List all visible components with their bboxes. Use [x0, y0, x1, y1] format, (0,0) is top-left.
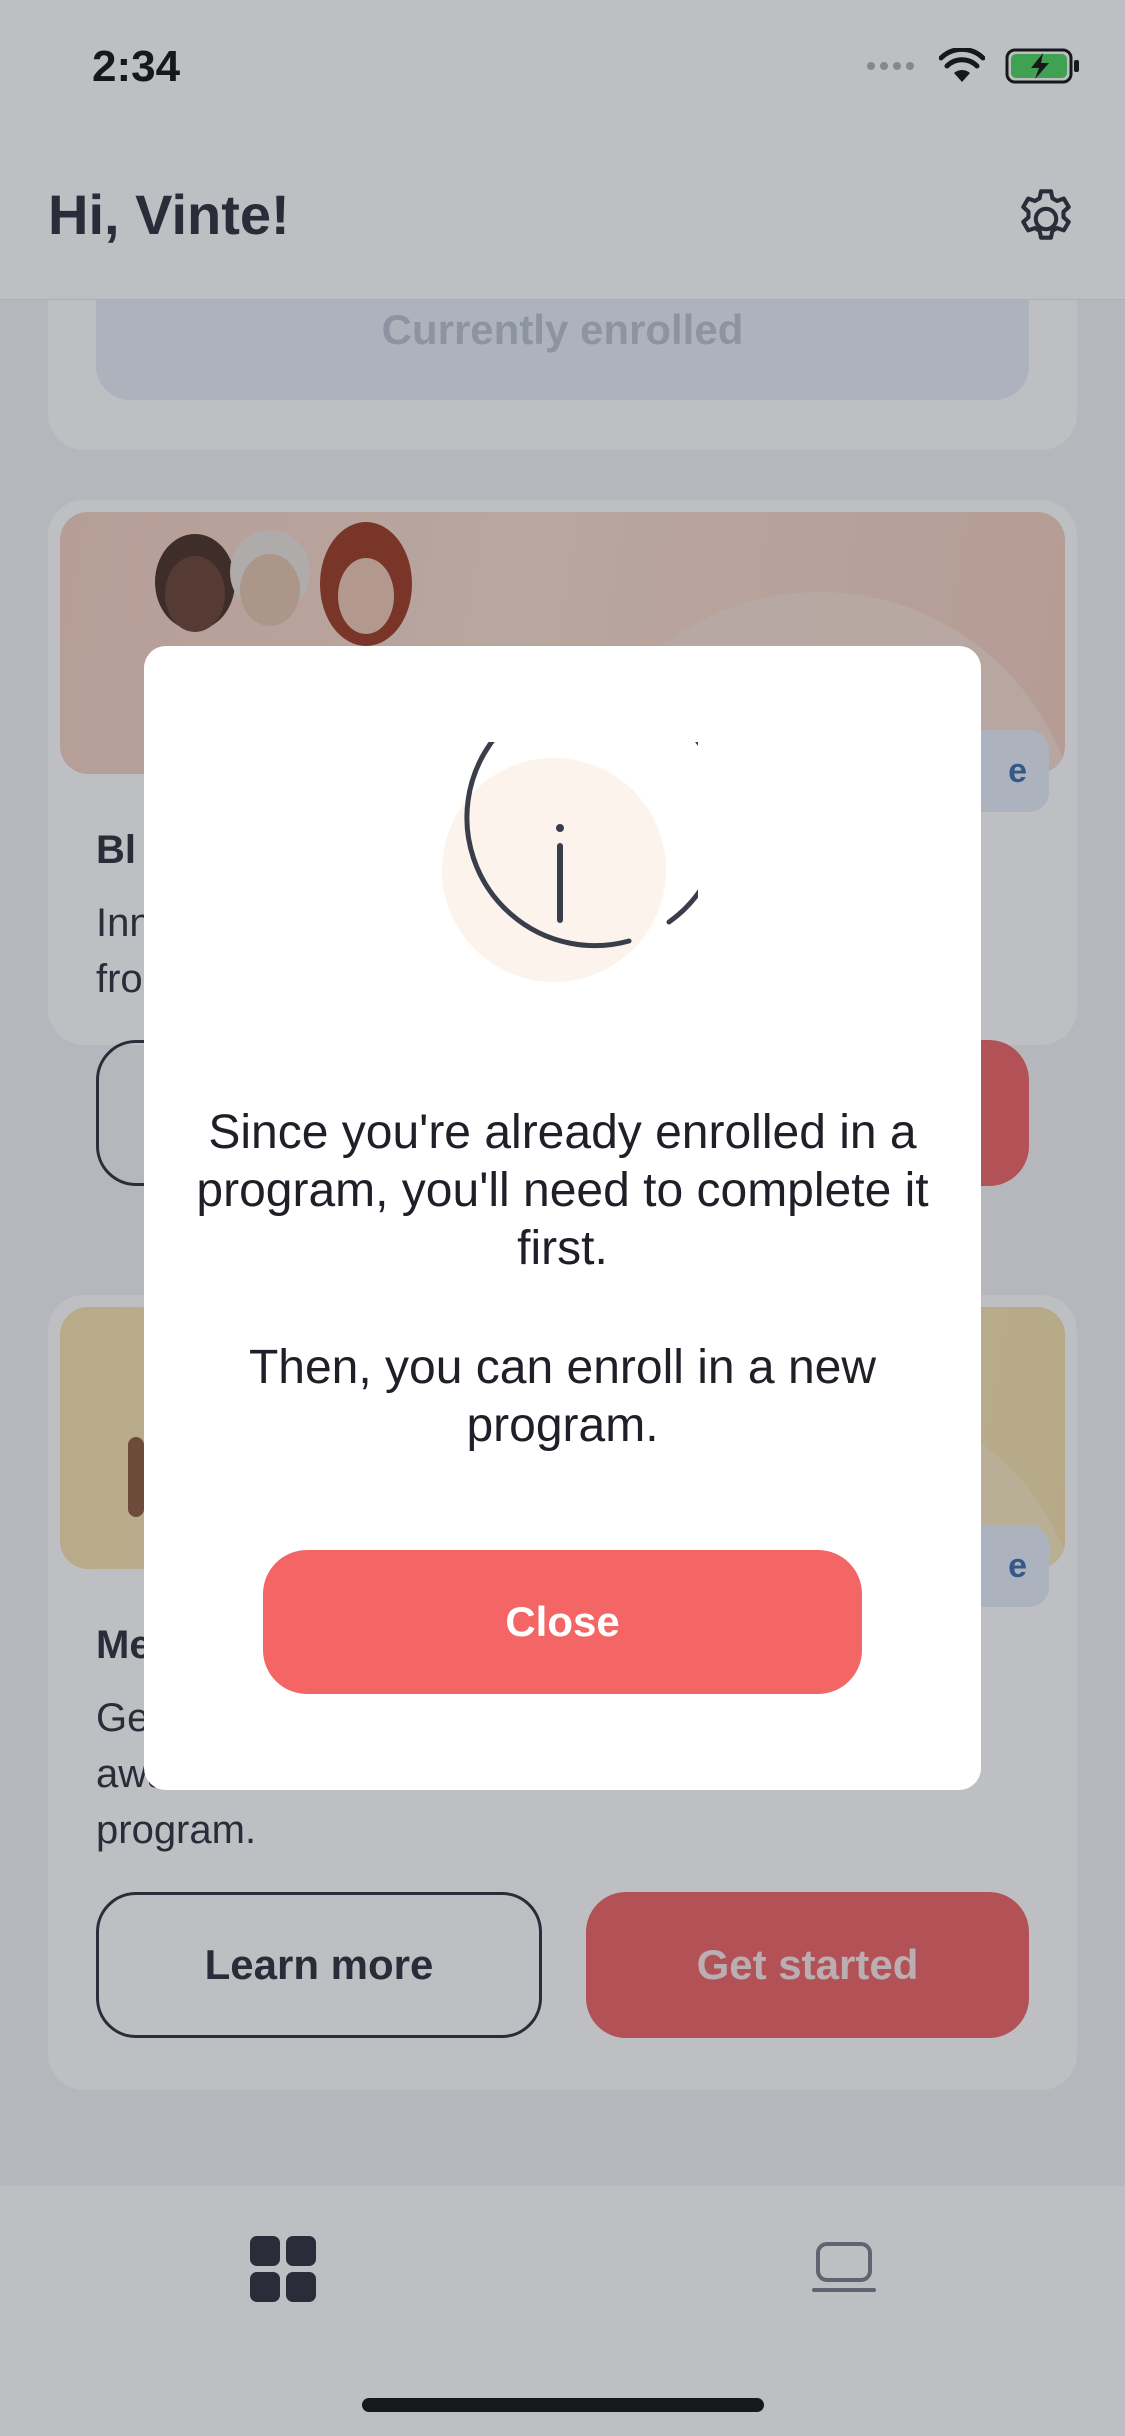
- info-modal: Since you're already enrolled in a progr…: [144, 646, 981, 1790]
- close-button[interactable]: Close: [263, 1550, 862, 1694]
- modal-message-primary: Since you're already enrolled in a progr…: [196, 1106, 929, 1275]
- info-icon: [442, 742, 698, 982]
- modal-message-secondary: Then, you can enroll in a new program.: [248, 1341, 877, 1452]
